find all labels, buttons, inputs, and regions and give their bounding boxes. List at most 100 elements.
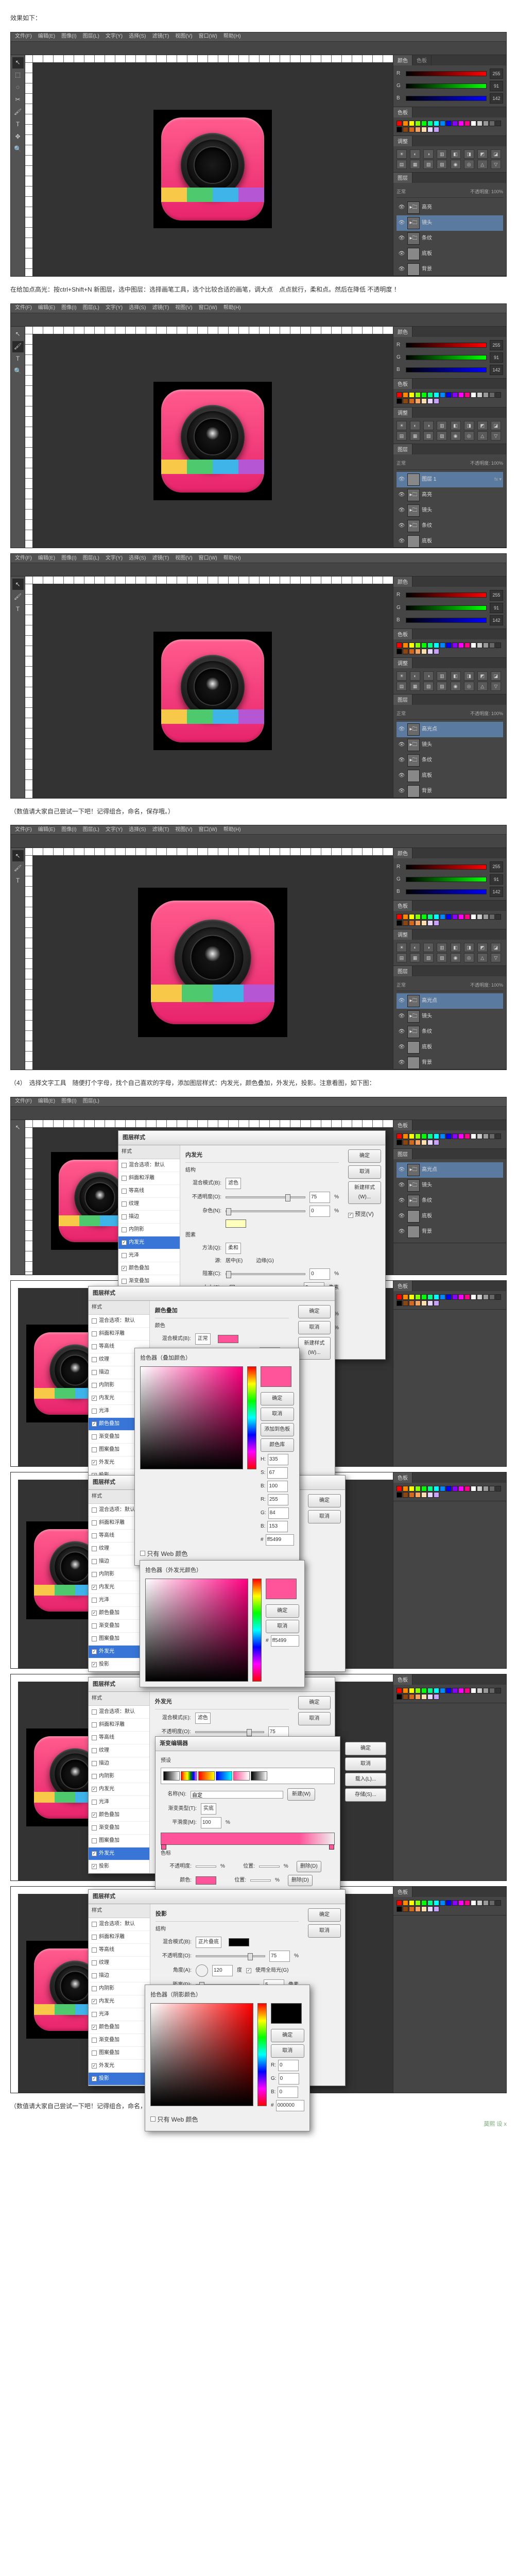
swatch[interactable] — [397, 920, 402, 926]
layer-name[interactable]: 底板 — [422, 1043, 502, 1052]
swatch[interactable] — [421, 1492, 427, 1498]
toolbox[interactable]: ↖ 🖌 T — [11, 577, 25, 798]
effect-checkbox[interactable] — [92, 1748, 97, 1753]
effect-checkbox[interactable] — [122, 1163, 127, 1168]
adjustment-icon[interactable]: ☀ — [397, 943, 407, 952]
swatch[interactable] — [421, 649, 427, 654]
swatch[interactable] — [483, 1133, 489, 1139]
swatch[interactable] — [464, 1294, 470, 1300]
swatch[interactable] — [409, 1906, 415, 1912]
swatch[interactable] — [415, 1140, 421, 1145]
layer-row[interactable]: 👁背景 — [397, 784, 503, 798]
swatch[interactable] — [477, 642, 482, 648]
effect-item[interactable]: 渐变叠加 — [89, 1822, 149, 1835]
adjustment-icon[interactable]: ◉ — [451, 431, 461, 440]
swatch[interactable] — [471, 1486, 476, 1492]
swatch[interactable] — [397, 1300, 402, 1306]
effect-item[interactable]: 外发光 — [89, 2060, 150, 2073]
effect-checkbox[interactable] — [92, 1935, 97, 1940]
effect-item[interactable]: 斜面和浮雕 — [89, 1328, 149, 1341]
swatch[interactable] — [421, 920, 427, 926]
swatch[interactable] — [489, 1133, 495, 1139]
swatch[interactable] — [495, 392, 501, 398]
swatch[interactable] — [434, 1486, 439, 1492]
gradient-preset[interactable] — [251, 1771, 267, 1781]
layer-row[interactable]: 👁底板 — [397, 1040, 503, 1055]
swatch[interactable] — [409, 1688, 415, 1693]
swatch[interactable] — [421, 642, 427, 648]
effect-item[interactable]: 斜面和浮雕 — [89, 1719, 149, 1732]
swatch[interactable] — [483, 121, 489, 126]
swatch[interactable] — [464, 914, 470, 920]
gradient-preset[interactable] — [163, 1771, 180, 1781]
adjustment-icon[interactable]: ◑ — [423, 149, 434, 159]
effect-item[interactable]: 投影 — [89, 2073, 150, 2086]
lasso-tool-icon[interactable]: ◌ — [12, 82, 24, 93]
overlay-color-swatch[interactable] — [218, 1335, 238, 1343]
adjustment-icon[interactable]: ▽ — [491, 953, 501, 962]
gradient-preset[interactable] — [198, 1771, 215, 1781]
crop-tool-icon[interactable]: ✂ — [12, 94, 24, 106]
adjustment-icon[interactable]: △ — [477, 160, 488, 169]
swatch[interactable] — [495, 1294, 501, 1300]
swatch[interactable] — [403, 920, 408, 926]
swatch[interactable] — [489, 1900, 495, 1906]
effect-item[interactable]: 描边 — [89, 1757, 149, 1770]
hue-slider[interactable] — [247, 1366, 256, 1469]
adjustment-icon[interactable]: ◧ — [451, 421, 461, 430]
swatch[interactable] — [427, 1140, 433, 1145]
swatch[interactable] — [409, 398, 415, 404]
visibility-icon[interactable]: 👁 — [398, 1228, 405, 1235]
menu-view[interactable]: 视图(V) — [175, 32, 192, 41]
effect-item[interactable]: 外发光 — [89, 1848, 149, 1860]
swatch[interactable] — [452, 1688, 458, 1693]
layer-name[interactable]: 镜头 — [422, 740, 502, 750]
adjustment-icon[interactable]: ◐ — [410, 671, 420, 681]
effect-checkbox[interactable] — [92, 1662, 97, 1667]
effect-checkbox[interactable] — [92, 2025, 97, 2030]
effect-checkbox[interactable] — [92, 2050, 97, 2056]
adjustment-icon[interactable]: ▽ — [491, 160, 501, 169]
swatch[interactable] — [434, 398, 439, 404]
swatch[interactable] — [409, 121, 415, 126]
swatch[interactable] — [489, 1688, 495, 1693]
swatch[interactable] — [434, 1906, 439, 1912]
swatch[interactable] — [434, 914, 439, 920]
swatch[interactable] — [434, 392, 439, 398]
swatch[interactable] — [434, 1133, 439, 1139]
menu-select[interactable]: 选择(S) — [129, 32, 146, 41]
layer-row[interactable]: 👁底板 — [397, 534, 503, 548]
swatch[interactable] — [421, 127, 427, 132]
adjustment-icon[interactable]: ◑ — [423, 671, 434, 681]
effect-checkbox[interactable] — [92, 1999, 97, 2004]
swatch[interactable] — [403, 398, 408, 404]
swatch[interactable] — [409, 1300, 415, 1306]
adjustment-icon[interactable]: ▨ — [437, 160, 447, 169]
swatch[interactable] — [427, 1486, 433, 1492]
swatch[interactable] — [458, 1900, 464, 1906]
new-button[interactable]: 新建(W) — [287, 1788, 315, 1801]
swatch[interactable] — [434, 121, 439, 126]
adjustment-icon[interactable]: ◨ — [464, 671, 474, 681]
layer-row[interactable]: 👁▸🗀镜头 — [397, 1009, 503, 1024]
visibility-icon[interactable]: 👁 — [398, 741, 405, 749]
effect-checkbox[interactable] — [92, 1409, 97, 1414]
swatch[interactable] — [458, 121, 464, 126]
effect-checkbox[interactable] — [92, 1922, 97, 1927]
effect-checkbox[interactable] — [92, 1421, 97, 1427]
swatch[interactable] — [397, 127, 402, 132]
swatch[interactable] — [452, 914, 458, 920]
menu-type[interactable]: 文字(Y) — [106, 32, 123, 41]
effect-checkbox[interactable] — [122, 1253, 127, 1258]
gradient-editor-dialog[interactable]: 渐变编辑器 预设 名称(N):新建(W) 渐变类型(T):实底 平滑度(M):1… — [155, 1736, 340, 1895]
effect-checkbox[interactable] — [92, 1533, 97, 1538]
effect-checkbox[interactable] — [92, 1331, 97, 1336]
swatch[interactable] — [440, 121, 445, 126]
adjustments-grid[interactable]: ☀◐◑▥◧◨◩◪▤▦▧▨◉◎△▽ — [397, 149, 503, 169]
adjustment-icon[interactable]: ▤ — [397, 431, 407, 440]
swatch[interactable] — [415, 1906, 421, 1912]
visibility-icon[interactable]: 👁 — [398, 235, 405, 242]
layer-row[interactable]: 👁▸🗀条纹 — [397, 1024, 503, 1040]
hand-tool-icon[interactable]: ✥ — [12, 131, 24, 143]
swatch[interactable] — [421, 1294, 427, 1300]
